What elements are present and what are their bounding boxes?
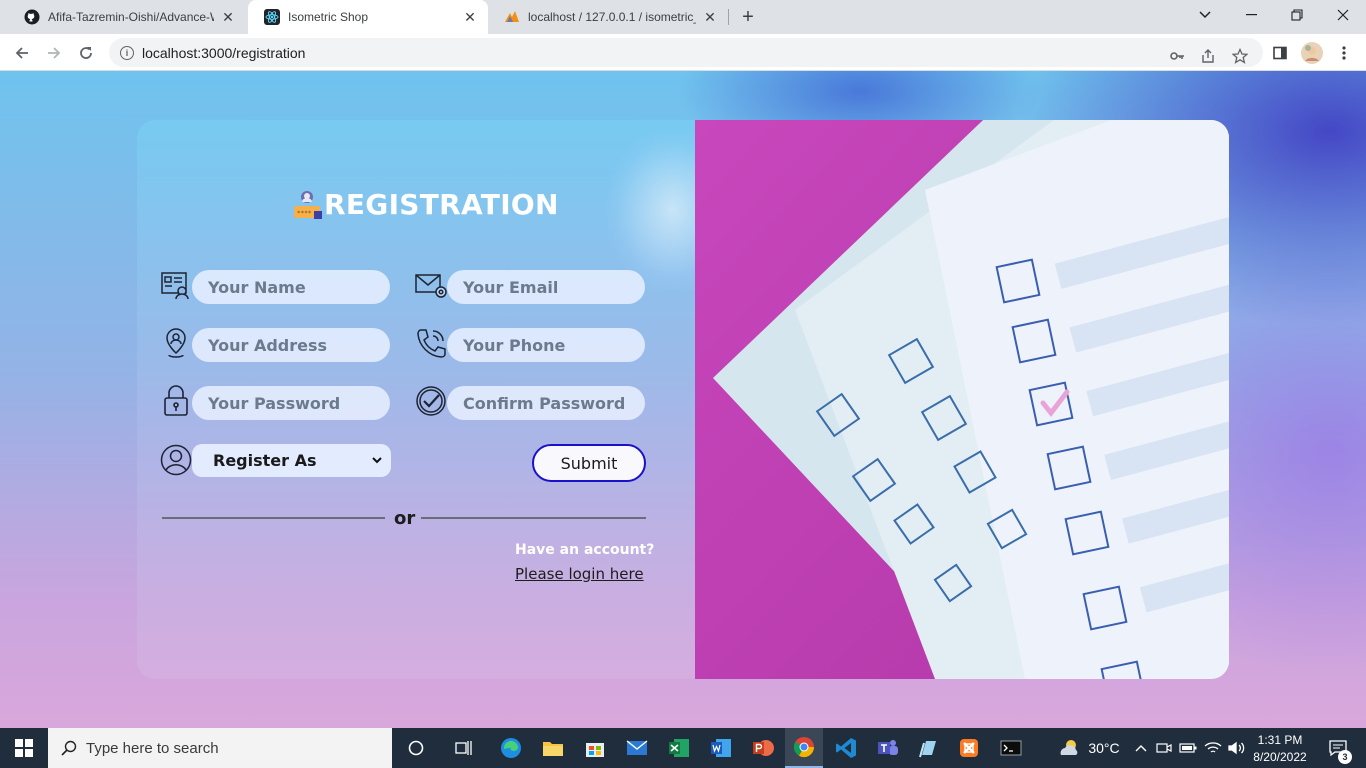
vscode-icon[interactable] bbox=[830, 728, 862, 768]
tab-title: Isometric Shop bbox=[288, 10, 369, 24]
back-icon[interactable] bbox=[8, 39, 36, 67]
notification-badge: 3 bbox=[1338, 750, 1352, 764]
excel-icon[interactable] bbox=[663, 728, 695, 768]
site-info-icon[interactable]: i bbox=[120, 45, 134, 60]
url-text: localhost:3000/registration bbox=[142, 44, 306, 61]
weather-icon[interactable] bbox=[1056, 728, 1082, 768]
page-title: REGISTRATION bbox=[324, 188, 559, 221]
tab-separator bbox=[728, 9, 729, 25]
tray-chevron-up-icon[interactable] bbox=[1132, 728, 1150, 768]
github-icon bbox=[24, 9, 40, 25]
close-window-icon[interactable] bbox=[1320, 0, 1366, 30]
user-registration-icon: **** bbox=[292, 189, 324, 221]
or-divider-text: or bbox=[394, 508, 416, 529]
reload-icon[interactable] bbox=[72, 39, 100, 67]
share-icon[interactable] bbox=[1198, 46, 1218, 66]
address-bar[interactable]: i localhost:3000/registration bbox=[109, 38, 1263, 67]
check-circle-icon bbox=[414, 384, 448, 418]
weather-temperature[interactable]: 30°C bbox=[1084, 728, 1124, 768]
tab-title: Afifa-Tazremin-Oishi/Advance-W bbox=[48, 10, 214, 24]
email-icon bbox=[414, 268, 448, 302]
register-as-value: Register As bbox=[213, 451, 317, 470]
id-card-icon bbox=[159, 268, 193, 302]
windows-start-icon[interactable] bbox=[0, 728, 48, 768]
checklist-image bbox=[695, 120, 1229, 679]
menu-kebab-icon[interactable] bbox=[1330, 39, 1358, 67]
minimize-icon[interactable] bbox=[1228, 0, 1274, 30]
edge-icon[interactable] bbox=[495, 728, 527, 768]
xampp-icon[interactable] bbox=[953, 728, 985, 768]
close-icon[interactable]: ✕ bbox=[702, 9, 718, 25]
cortana-icon[interactable] bbox=[400, 728, 432, 768]
clock-time: 1:31 PM bbox=[1257, 732, 1303, 747]
terminal-icon[interactable] bbox=[995, 728, 1027, 768]
key-icon[interactable] bbox=[1167, 46, 1187, 66]
action-center-icon[interactable]: 3 bbox=[1318, 728, 1358, 768]
close-icon[interactable]: ✕ bbox=[220, 9, 236, 25]
teams-icon[interactable] bbox=[872, 728, 904, 768]
login-link[interactable]: Please login here bbox=[515, 565, 644, 583]
location-pin-icon bbox=[159, 326, 193, 360]
new-tab-button[interactable]: + bbox=[736, 5, 760, 29]
profile-avatar[interactable] bbox=[1298, 39, 1326, 67]
word-icon[interactable] bbox=[705, 728, 737, 768]
password-field[interactable] bbox=[192, 386, 390, 420]
divider-right bbox=[421, 517, 646, 519]
browser-toolbar: i localhost:3000/registration bbox=[0, 34, 1366, 71]
meet-now-icon[interactable] bbox=[1154, 728, 1174, 768]
have-account-text: Have an account? bbox=[515, 542, 655, 558]
forward-icon[interactable] bbox=[40, 39, 68, 67]
chevron-down-icon bbox=[370, 452, 384, 466]
wifi-icon[interactable] bbox=[1202, 728, 1224, 768]
bookmark-star-icon[interactable] bbox=[1230, 46, 1250, 66]
phpmyadmin-icon bbox=[504, 9, 520, 25]
windows-taskbar: Type here to search 30°C 1:31 PM 8/20/20… bbox=[0, 728, 1366, 768]
lock-icon bbox=[159, 384, 193, 418]
address-field[interactable] bbox=[192, 328, 390, 362]
react-icon bbox=[264, 9, 280, 25]
tab-title: localhost / 127.0.0.1 / isometric_ bbox=[528, 10, 696, 24]
phone-icon bbox=[414, 326, 448, 360]
confirm-password-field[interactable] bbox=[447, 386, 645, 420]
microsoft-store-icon[interactable] bbox=[579, 728, 611, 768]
tab-github[interactable]: Afifa-Tazremin-Oishi/Advance-W ✕ bbox=[8, 0, 246, 34]
mail-icon[interactable] bbox=[621, 728, 653, 768]
tab-isometric-shop[interactable]: Isometric Shop ✕ bbox=[248, 0, 488, 34]
page-viewport: **** REGISTRATION Your Name Your Email Y… bbox=[0, 71, 1366, 728]
svg-text:****: **** bbox=[297, 210, 312, 217]
registration-card: **** REGISTRATION Your Name Your Email Y… bbox=[137, 120, 1229, 679]
clock-date: 8/20/2022 bbox=[1253, 749, 1307, 764]
notepad-icon[interactable] bbox=[912, 728, 944, 768]
close-icon[interactable]: ✕ bbox=[462, 9, 478, 25]
tab-strip: Afifa-Tazremin-Oishi/Advance-W ✕ Isometr… bbox=[0, 0, 1366, 34]
tab-phpmyadmin[interactable]: localhost / 127.0.0.1 / isometric_ ✕ bbox=[488, 0, 728, 34]
battery-icon[interactable] bbox=[1178, 728, 1198, 768]
powerpoint-icon[interactable] bbox=[747, 728, 779, 768]
side-panel-icon[interactable] bbox=[1266, 39, 1294, 67]
email-field[interactable] bbox=[447, 270, 645, 304]
clock[interactable]: 1:31 PM 8/20/2022 bbox=[1252, 730, 1308, 766]
file-explorer-icon[interactable] bbox=[537, 728, 569, 768]
search-icon bbox=[61, 740, 77, 761]
restore-icon[interactable] bbox=[1274, 0, 1320, 30]
phone-field[interactable] bbox=[447, 328, 645, 362]
tab-search-icon[interactable] bbox=[1182, 0, 1228, 30]
volume-icon[interactable] bbox=[1226, 728, 1248, 768]
chrome-icon[interactable] bbox=[785, 728, 823, 768]
name-field[interactable] bbox=[192, 270, 390, 304]
submit-button[interactable]: Submit bbox=[532, 444, 646, 482]
taskbar-search-box[interactable]: Type here to search bbox=[48, 728, 392, 768]
register-as-select[interactable]: Register As bbox=[192, 444, 391, 477]
user-circle-icon bbox=[159, 443, 193, 477]
form-panel: **** REGISTRATION Your Name Your Email Y… bbox=[137, 120, 717, 679]
divider-left bbox=[162, 517, 385, 519]
task-view-icon[interactable] bbox=[448, 728, 480, 768]
title-block: **** REGISTRATION bbox=[292, 188, 559, 221]
search-placeholder: Type here to search bbox=[86, 739, 219, 757]
